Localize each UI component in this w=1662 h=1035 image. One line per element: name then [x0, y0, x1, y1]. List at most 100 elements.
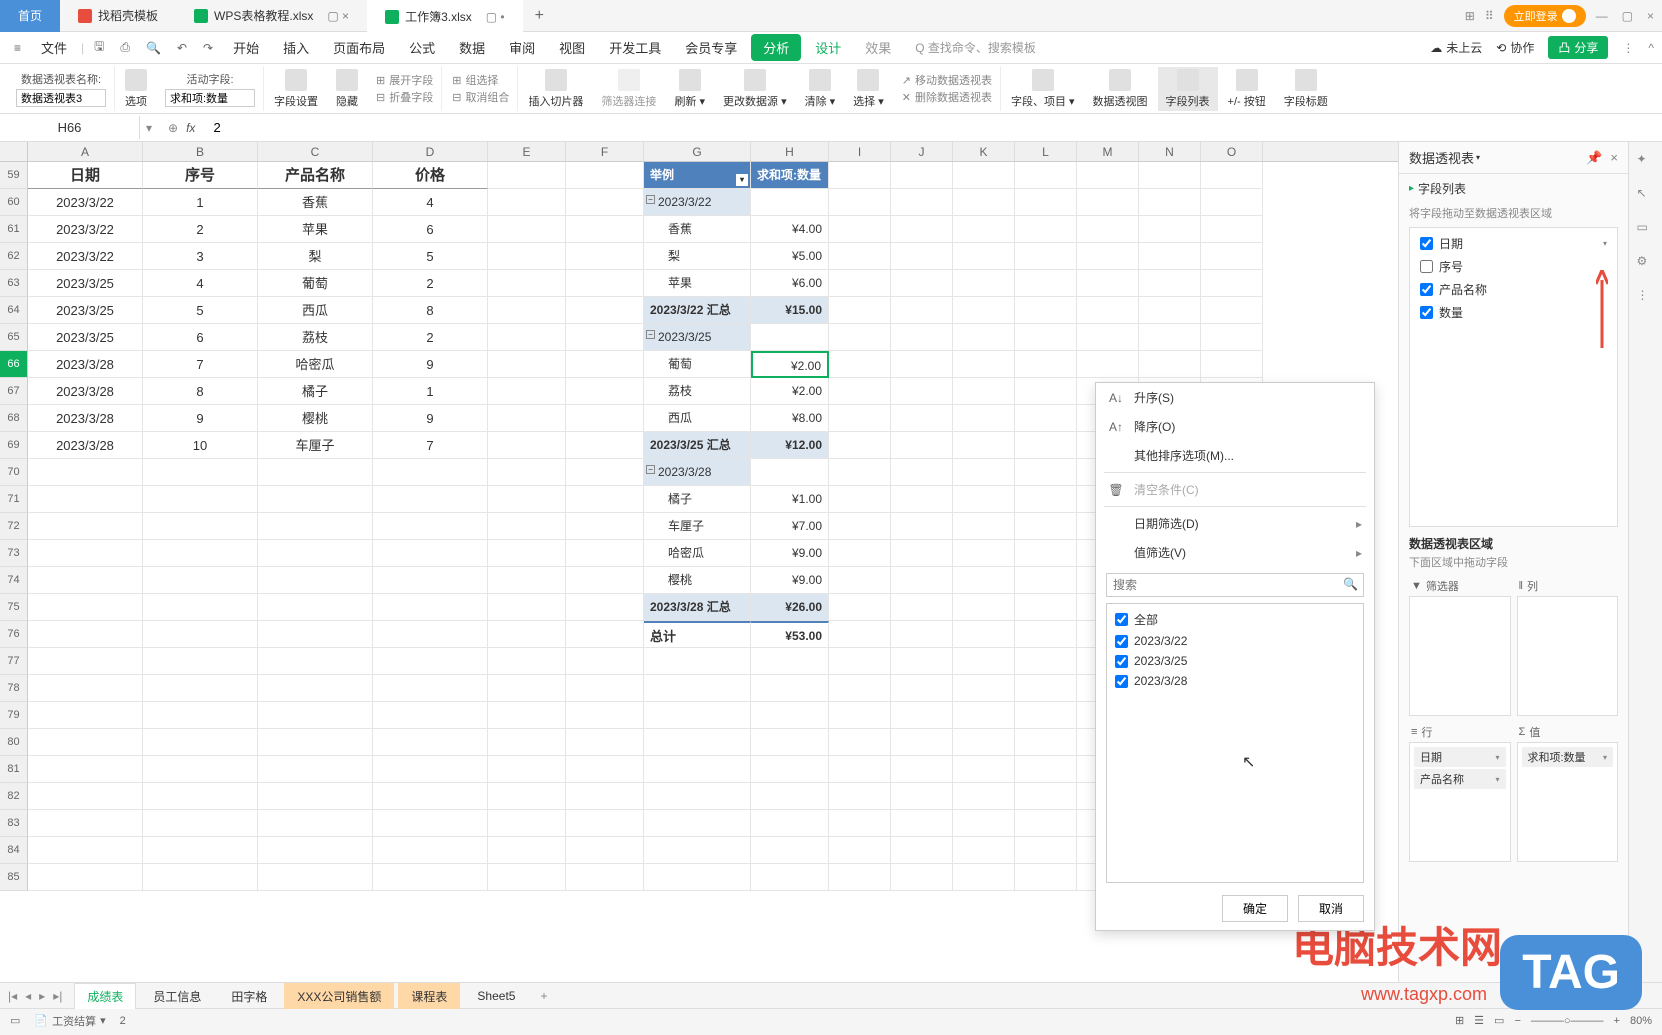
- row-header[interactable]: 61: [0, 216, 28, 243]
- sheet-tab[interactable]: XXX公司销售额: [284, 983, 394, 1009]
- pivot-item[interactable]: 梨: [644, 243, 751, 270]
- cell[interactable]: [143, 864, 258, 891]
- row-header[interactable]: 73: [0, 540, 28, 567]
- cell[interactable]: [566, 729, 644, 756]
- pivot-header-sum[interactable]: 求和项:数量: [751, 162, 829, 189]
- cell[interactable]: [1015, 594, 1077, 621]
- cell[interactable]: [488, 810, 566, 837]
- cell[interactable]: [488, 540, 566, 567]
- undo-icon[interactable]: ↶: [171, 41, 193, 55]
- collapse-field-button[interactable]: ⊟折叠字段: [376, 89, 433, 105]
- cell[interactable]: [566, 405, 644, 432]
- value-filter-item[interactable]: 值筛选(V)▸: [1096, 538, 1374, 567]
- cell[interactable]: [488, 405, 566, 432]
- cell[interactable]: [28, 864, 143, 891]
- name-box[interactable]: H66: [0, 116, 140, 139]
- pivot-item[interactable]: 荔枝: [644, 378, 751, 405]
- row-area-item[interactable]: 产品名称▾: [1414, 769, 1506, 789]
- cell[interactable]: [258, 756, 373, 783]
- cell[interactable]: 3: [143, 243, 258, 270]
- cell[interactable]: [891, 594, 953, 621]
- pivot-subtotal-value[interactable]: ¥12.00: [751, 432, 829, 459]
- cell[interactable]: 9: [373, 405, 488, 432]
- tab-template[interactable]: 找稻壳模板: [60, 0, 176, 32]
- cell[interactable]: [28, 540, 143, 567]
- ai-search[interactable]: Q 查找命令、搜索模板: [915, 39, 1036, 56]
- cell[interactable]: 梨: [258, 243, 373, 270]
- cell[interactable]: [751, 648, 829, 675]
- cell[interactable]: 7: [143, 351, 258, 378]
- cell[interactable]: [891, 756, 953, 783]
- minimize-button[interactable]: —: [1596, 9, 1608, 23]
- cell[interactable]: 2: [143, 216, 258, 243]
- checkbox[interactable]: [1115, 655, 1128, 668]
- cell[interactable]: [953, 837, 1015, 864]
- insert-slicer-button[interactable]: 插入切片器: [520, 67, 591, 111]
- pivot-name-input[interactable]: [16, 89, 106, 107]
- cell[interactable]: [829, 486, 891, 513]
- cell[interactable]: [373, 675, 488, 702]
- field-list-button[interactable]: 字段列表: [1158, 67, 1218, 111]
- cell[interactable]: 8: [143, 378, 258, 405]
- cell[interactable]: [953, 324, 1015, 351]
- more-icon[interactable]: ⋮: [1622, 41, 1634, 55]
- cell[interactable]: [1015, 162, 1077, 189]
- cell[interactable]: [143, 810, 258, 837]
- cell[interactable]: 4: [373, 189, 488, 216]
- cell[interactable]: [1077, 162, 1139, 189]
- cell[interactable]: [829, 540, 891, 567]
- cell[interactable]: [373, 837, 488, 864]
- cell[interactable]: [1201, 324, 1263, 351]
- menu-start[interactable]: 开始: [223, 34, 269, 61]
- cell[interactable]: [566, 189, 644, 216]
- cell[interactable]: [488, 837, 566, 864]
- sheet-prev-icon[interactable]: ◂: [25, 989, 31, 1003]
- menu-file[interactable]: 文件: [31, 34, 77, 61]
- share-button[interactable]: 凸分享: [1548, 36, 1608, 59]
- cell[interactable]: [1015, 405, 1077, 432]
- cell[interactable]: 2023/3/25: [28, 324, 143, 351]
- cell[interactable]: [488, 864, 566, 891]
- cell[interactable]: 哈密瓜: [258, 351, 373, 378]
- ungroup-button[interactable]: ⊟取消组合: [452, 89, 509, 105]
- pivot-subtotal[interactable]: 2023/3/22 汇总: [644, 297, 751, 324]
- row-header[interactable]: 65: [0, 324, 28, 351]
- cell[interactable]: [258, 837, 373, 864]
- login-button[interactable]: 立即登录: [1504, 5, 1586, 27]
- row-header[interactable]: 81: [0, 756, 28, 783]
- filter-check-item[interactable]: 2023/3/22: [1111, 631, 1359, 651]
- cell[interactable]: [953, 702, 1015, 729]
- row-header[interactable]: 78: [0, 675, 28, 702]
- cell[interactable]: [1201, 270, 1263, 297]
- zoom-slider[interactable]: ———○———: [1531, 1015, 1604, 1027]
- cell[interactable]: [953, 675, 1015, 702]
- print-icon[interactable]: ⎙: [114, 40, 136, 55]
- cell[interactable]: 7: [373, 432, 488, 459]
- cell[interactable]: [373, 621, 488, 648]
- cell[interactable]: [28, 567, 143, 594]
- checkbox[interactable]: [1420, 306, 1433, 319]
- cell[interactable]: [829, 810, 891, 837]
- cell[interactable]: [829, 702, 891, 729]
- cell[interactable]: [566, 594, 644, 621]
- cell[interactable]: [566, 378, 644, 405]
- pivot-item[interactable]: 樱桃: [644, 567, 751, 594]
- menu-effect[interactable]: 效果: [855, 34, 901, 61]
- menu-icon[interactable]: ≡: [8, 41, 27, 55]
- cell[interactable]: [1015, 540, 1077, 567]
- row-header[interactable]: 72: [0, 513, 28, 540]
- row-header[interactable]: 63: [0, 270, 28, 297]
- cell[interactable]: [1015, 648, 1077, 675]
- filter-connect-button[interactable]: 筛选器连接: [593, 67, 664, 111]
- col-header[interactable]: I: [829, 142, 891, 161]
- cell[interactable]: [566, 270, 644, 297]
- row-area[interactable]: 日期▾ 产品名称▾: [1409, 742, 1511, 862]
- cell[interactable]: [373, 810, 488, 837]
- view-normal-icon[interactable]: ⊞: [1455, 1014, 1464, 1027]
- cell[interactable]: [751, 729, 829, 756]
- cell[interactable]: 2: [373, 324, 488, 351]
- date-filter-item[interactable]: 日期筛选(D)▸: [1096, 509, 1374, 538]
- cell[interactable]: [373, 729, 488, 756]
- sheet-tab[interactable]: Sheet5: [464, 984, 528, 1007]
- menu-devtools[interactable]: 开发工具: [599, 34, 671, 61]
